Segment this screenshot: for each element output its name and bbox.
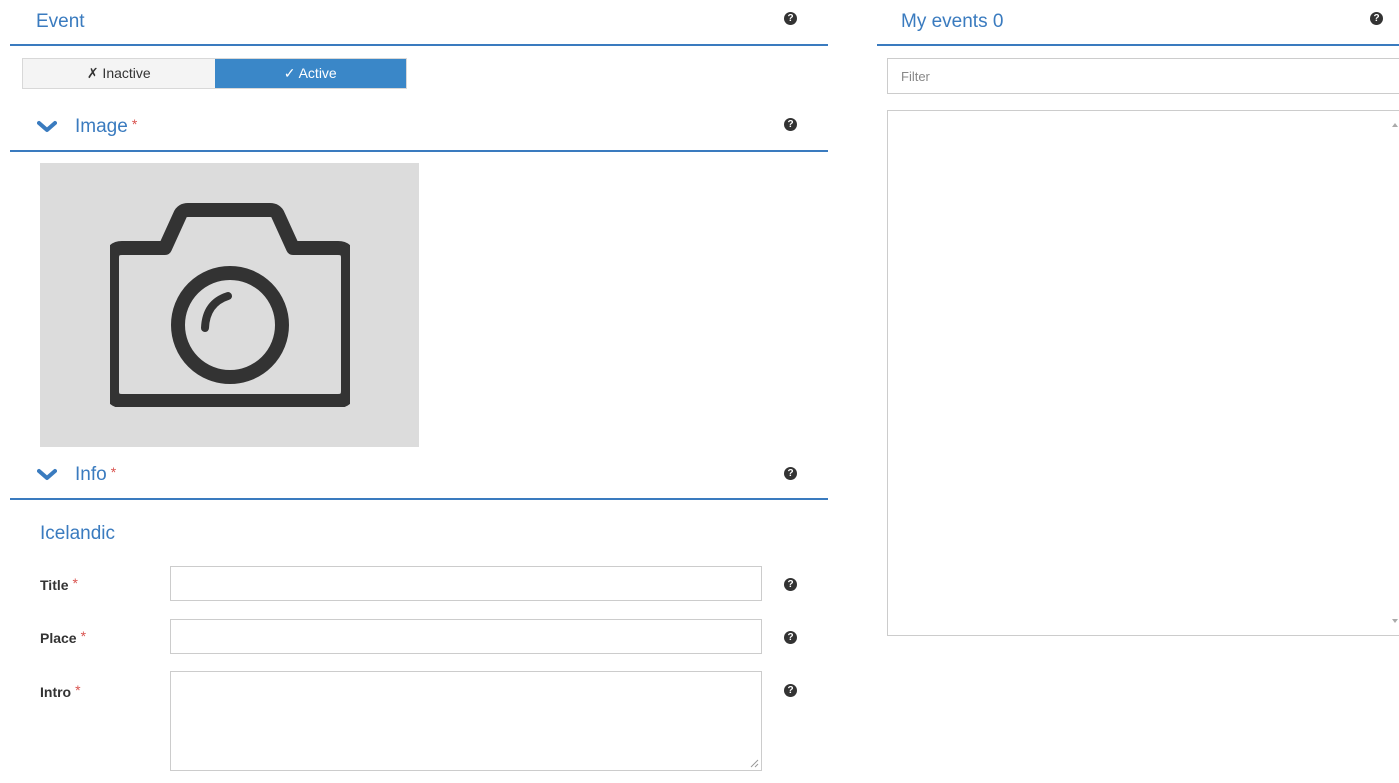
- status-toggle: ✗ Inactive ✓ Active: [22, 58, 407, 89]
- resize-grip-icon[interactable]: [750, 759, 759, 768]
- place-help-icon[interactable]: ?: [784, 631, 797, 644]
- intro-label-text: Intro: [40, 684, 72, 700]
- my-events-title: My events 0: [901, 11, 1004, 32]
- event-section-title: Event: [36, 11, 85, 32]
- inactive-toggle-button[interactable]: ✗ Inactive: [23, 59, 215, 88]
- title-label: Title *: [40, 575, 78, 593]
- intro-help-icon[interactable]: ?: [784, 684, 797, 697]
- title-help-icon[interactable]: ?: [784, 578, 797, 591]
- title-required-mark: *: [72, 575, 78, 591]
- intro-required-mark: *: [75, 682, 81, 698]
- chevron-down-icon[interactable]: [37, 468, 57, 482]
- intro-textarea[interactable]: [170, 671, 762, 771]
- chevron-down-icon[interactable]: [37, 120, 57, 134]
- filter-input[interactable]: Filter: [887, 58, 1399, 94]
- place-required-mark: *: [80, 628, 87, 644]
- image-section-title: Image: [75, 116, 128, 137]
- event-help-icon[interactable]: ?: [784, 12, 797, 25]
- image-upload-area[interactable]: [40, 163, 419, 447]
- active-toggle-button[interactable]: ✓ Active: [214, 59, 406, 88]
- title-label-text: Title: [40, 577, 69, 593]
- scroll-down-icon[interactable]: [1392, 619, 1398, 623]
- language-heading: Icelandic: [40, 523, 115, 544]
- my-events-help-icon[interactable]: ?: [1370, 12, 1383, 25]
- image-help-icon[interactable]: ?: [784, 118, 797, 131]
- info-section-header[interactable]: Info *: [10, 452, 828, 500]
- image-required-mark: *: [131, 116, 138, 132]
- image-section-header[interactable]: Image *: [10, 104, 828, 152]
- filter-placeholder: Filter: [901, 68, 930, 84]
- my-events-header: My events 0: [877, 0, 1399, 46]
- info-section-title: Info: [75, 464, 107, 485]
- camera-icon: [109, 203, 350, 407]
- place-input[interactable]: [170, 619, 762, 654]
- scroll-up-icon[interactable]: [1392, 123, 1398, 127]
- event-section-header: Event: [10, 0, 828, 46]
- events-list[interactable]: [887, 110, 1399, 636]
- title-input[interactable]: [170, 566, 762, 601]
- place-label: Place *: [40, 628, 87, 646]
- intro-label: Intro *: [40, 682, 81, 700]
- place-label-text: Place: [40, 630, 77, 646]
- info-help-icon[interactable]: ?: [784, 467, 797, 480]
- info-required-mark: *: [110, 464, 117, 480]
